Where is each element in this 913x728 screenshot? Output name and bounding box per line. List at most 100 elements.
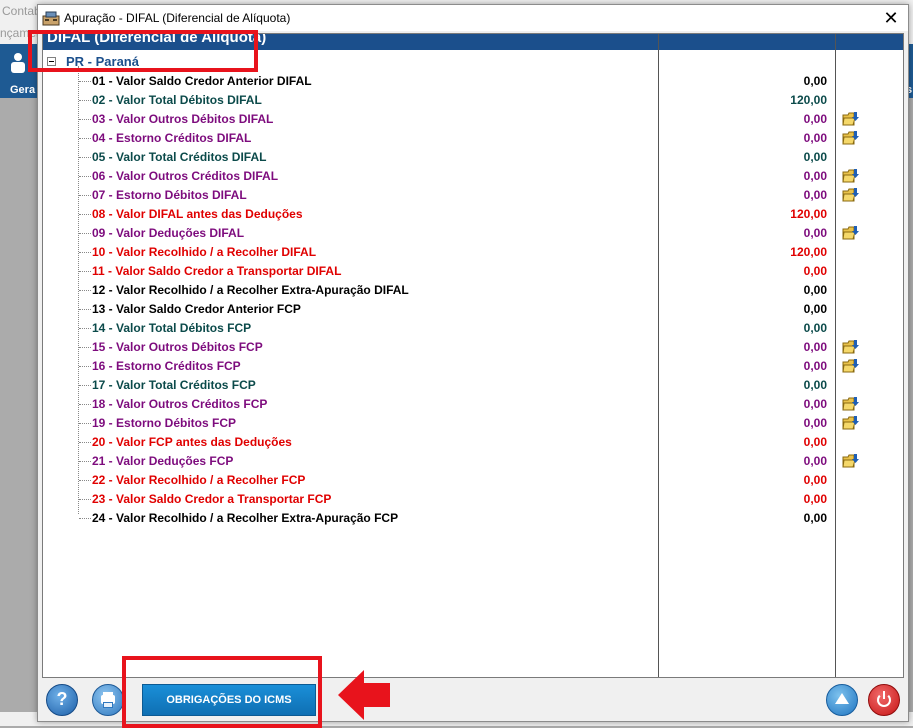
tree-connector	[79, 176, 91, 177]
folder-arrow-icon[interactable]	[842, 339, 859, 354]
tree-connector	[79, 442, 91, 443]
folder-arrow-icon[interactable]	[842, 187, 859, 202]
row-value: 120,00	[790, 245, 827, 259]
row-value: 0,00	[803, 511, 827, 525]
row-value: 0,00	[803, 492, 827, 506]
folder-arrow-icon[interactable]	[842, 225, 859, 240]
row-label: 09 - Valor Deduções DIFAL	[92, 226, 245, 240]
tree-row[interactable]: 17 - Valor Total Créditos FCP 0,00	[43, 375, 903, 394]
tree-row[interactable]: 20 - Valor FCP antes das Deduções 0,00	[43, 432, 903, 451]
tree-connector	[79, 461, 91, 462]
tree-connector	[79, 195, 91, 196]
tree-row[interactable]: 10 - Valor Recolhido / a Recolher DIFAL 1…	[43, 242, 903, 261]
tree-connector	[79, 366, 91, 367]
tree-row[interactable]: 07 - Estorno Débitos DIFAL 0,00	[43, 185, 903, 204]
row-label: 10 - Valor Recolhido / a Recolher DIFAL	[92, 245, 317, 259]
tree-connector	[79, 328, 91, 329]
tree-row[interactable]: 08 - Valor DIFAL antes das Deduções 120,0…	[43, 204, 903, 223]
tree-connector	[79, 138, 91, 139]
folder-arrow-icon[interactable]	[842, 130, 859, 145]
tree-row[interactable]: 06 - Valor Outros Créditos DIFAL 0,00	[43, 166, 903, 185]
row-label: 16 - Estorno Créditos FCP	[92, 359, 241, 373]
row-value: 120,00	[790, 93, 827, 107]
user-icon	[11, 53, 25, 73]
highlight-box-state	[28, 30, 258, 72]
tree-connector	[79, 423, 91, 424]
tree-connector	[79, 81, 91, 82]
tree-row[interactable]: 03 - Valor Outros Débitos DIFAL 0,00	[43, 109, 903, 128]
row-value: 0,00	[803, 264, 827, 278]
tree-row[interactable]: 23 - Valor Saldo Credor a Transportar FC…	[43, 489, 903, 508]
folder-arrow-icon[interactable]	[842, 358, 859, 373]
row-label: 08 - Valor DIFAL antes das Deduções	[92, 207, 303, 221]
row-label: 13 - Valor Saldo Credor Anterior FCP	[92, 302, 301, 316]
tree-row[interactable]: 18 - Valor Outros Créditos FCP 0,00	[43, 394, 903, 413]
highlight-box-button	[122, 656, 322, 728]
row-label: 07 - Estorno Débitos DIFAL	[92, 188, 247, 202]
power-icon	[883, 691, 885, 699]
background-title-text: Contab	[2, 4, 41, 18]
row-label: 02 - Valor Total Débitos DIFAL	[92, 93, 262, 107]
row-value: 0,00	[803, 435, 827, 449]
tree-row[interactable]: 09 - Valor Deduções DIFAL 0,00	[43, 223, 903, 242]
tree-row[interactable]: 14 - Valor Total Débitos FCP 0,00	[43, 318, 903, 337]
folder-arrow-icon[interactable]	[842, 415, 859, 430]
row-value: 0,00	[803, 340, 827, 354]
tree-row[interactable]: 22 - Valor Recolhido / a Recolher FCP 0,0…	[43, 470, 903, 489]
tree-row[interactable]: 02 - Valor Total Débitos DIFAL 120,00	[43, 90, 903, 109]
tree-connector	[79, 347, 91, 348]
tree-connector	[79, 157, 91, 158]
tree-connector	[79, 404, 91, 405]
dialog-title: Apuração - DIFAL (Diferencial de Alíquot…	[64, 11, 291, 25]
row-label: 22 - Valor Recolhido / a Recolher FCP	[92, 473, 306, 487]
app-icon	[42, 11, 60, 26]
row-value: 120,00	[790, 207, 827, 221]
dialog-titlebar[interactable]: Apuração - DIFAL (Diferencial de Alíquot…	[38, 5, 908, 31]
row-label: 23 - Valor Saldo Credor a Transportar FC…	[92, 492, 332, 506]
tree-row[interactable]: 01 - Valor Saldo Credor Anterior DIFAL 0,…	[43, 71, 903, 90]
tree-row[interactable]: 12 - Valor Recolhido / a Recolher Extra-…	[43, 280, 903, 299]
tree-row[interactable]: 16 - Estorno Créditos FCP 0,00	[43, 356, 903, 375]
help-button[interactable]: ?	[46, 684, 78, 716]
tree-connector	[79, 480, 91, 481]
row-value: 0,00	[803, 150, 827, 164]
row-label: 20 - Valor FCP antes das Deduções	[92, 435, 292, 449]
row-value: 0,00	[803, 473, 827, 487]
tree-row[interactable]: 19 - Estorno Débitos FCP 0,00	[43, 413, 903, 432]
tree-row[interactable]: 21 - Valor Deduções FCP 0,00	[43, 451, 903, 470]
row-label: 17 - Valor Total Créditos FCP	[92, 378, 256, 392]
close-icon[interactable]: ✕	[874, 5, 908, 31]
row-label: 19 - Estorno Débitos FCP	[92, 416, 237, 430]
tree-row[interactable]: 05 - Valor Total Créditos DIFAL 0,00	[43, 147, 903, 166]
row-label: 18 - Valor Outros Créditos FCP	[92, 397, 268, 411]
row-value: 0,00	[803, 397, 827, 411]
printer-icon	[103, 702, 113, 708]
row-value: 0,00	[803, 378, 827, 392]
row-label: 15 - Valor Outros Débitos FCP	[92, 340, 263, 354]
tree-row[interactable]: 15 - Valor Outros Débitos FCP 0,00	[43, 337, 903, 356]
row-label: 05 - Valor Total Créditos DIFAL	[92, 150, 267, 164]
folder-arrow-icon[interactable]	[842, 111, 859, 126]
tree-connector	[79, 214, 91, 215]
tree-row[interactable]: 04 - Estorno Créditos DIFAL 0,00	[43, 128, 903, 147]
tree-row[interactable]: 11 - Valor Saldo Credor a Transportar DI…	[43, 261, 903, 280]
row-value: 0,00	[803, 112, 827, 126]
background-tile-label: Gera	[10, 84, 36, 96]
folder-arrow-icon[interactable]	[842, 168, 859, 183]
row-label: 11 - Valor Saldo Credor a Transportar DI…	[92, 264, 342, 278]
tree-row[interactable]: 13 - Valor Saldo Credor Anterior FCP 0,00	[43, 299, 903, 318]
row-value: 0,00	[803, 321, 827, 335]
power-button[interactable]	[868, 684, 900, 716]
print-button[interactable]	[92, 684, 124, 716]
folder-arrow-icon[interactable]	[842, 453, 859, 468]
folder-arrow-icon[interactable]	[842, 396, 859, 411]
arrow-up-icon[interactable]	[826, 684, 858, 716]
tree-connector	[79, 290, 91, 291]
row-label: 03 - Valor Outros Débitos DIFAL	[92, 112, 274, 126]
row-label: 14 - Valor Total Débitos FCP	[92, 321, 252, 335]
row-value: 0,00	[803, 302, 827, 316]
row-label: 04 - Estorno Créditos DIFAL	[92, 131, 252, 145]
row-value: 0,00	[803, 131, 827, 145]
tree-row[interactable]: 24 - Valor Recolhido / a Recolher Extra-…	[43, 508, 903, 527]
row-label: 21 - Valor Deduções FCP	[92, 454, 234, 468]
